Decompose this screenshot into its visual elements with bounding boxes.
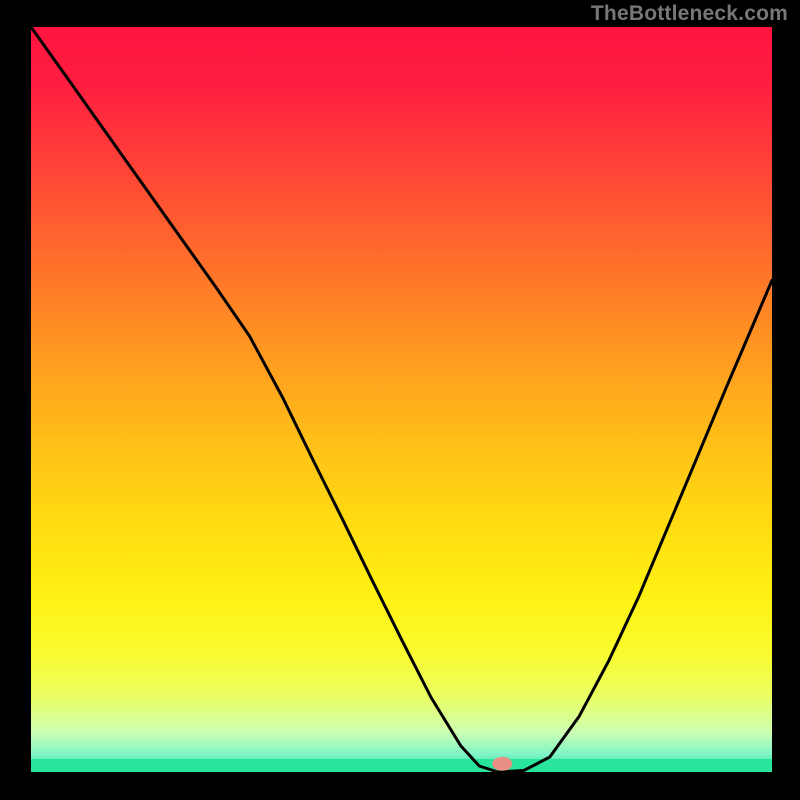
- chart-container: TheBottleneck.com: [0, 0, 800, 800]
- optimal-marker: [492, 757, 512, 771]
- chart-svg: [0, 0, 800, 800]
- plot-background: [31, 27, 772, 772]
- watermark-label: TheBottleneck.com: [591, 2, 788, 26]
- green-band: [31, 759, 772, 772]
